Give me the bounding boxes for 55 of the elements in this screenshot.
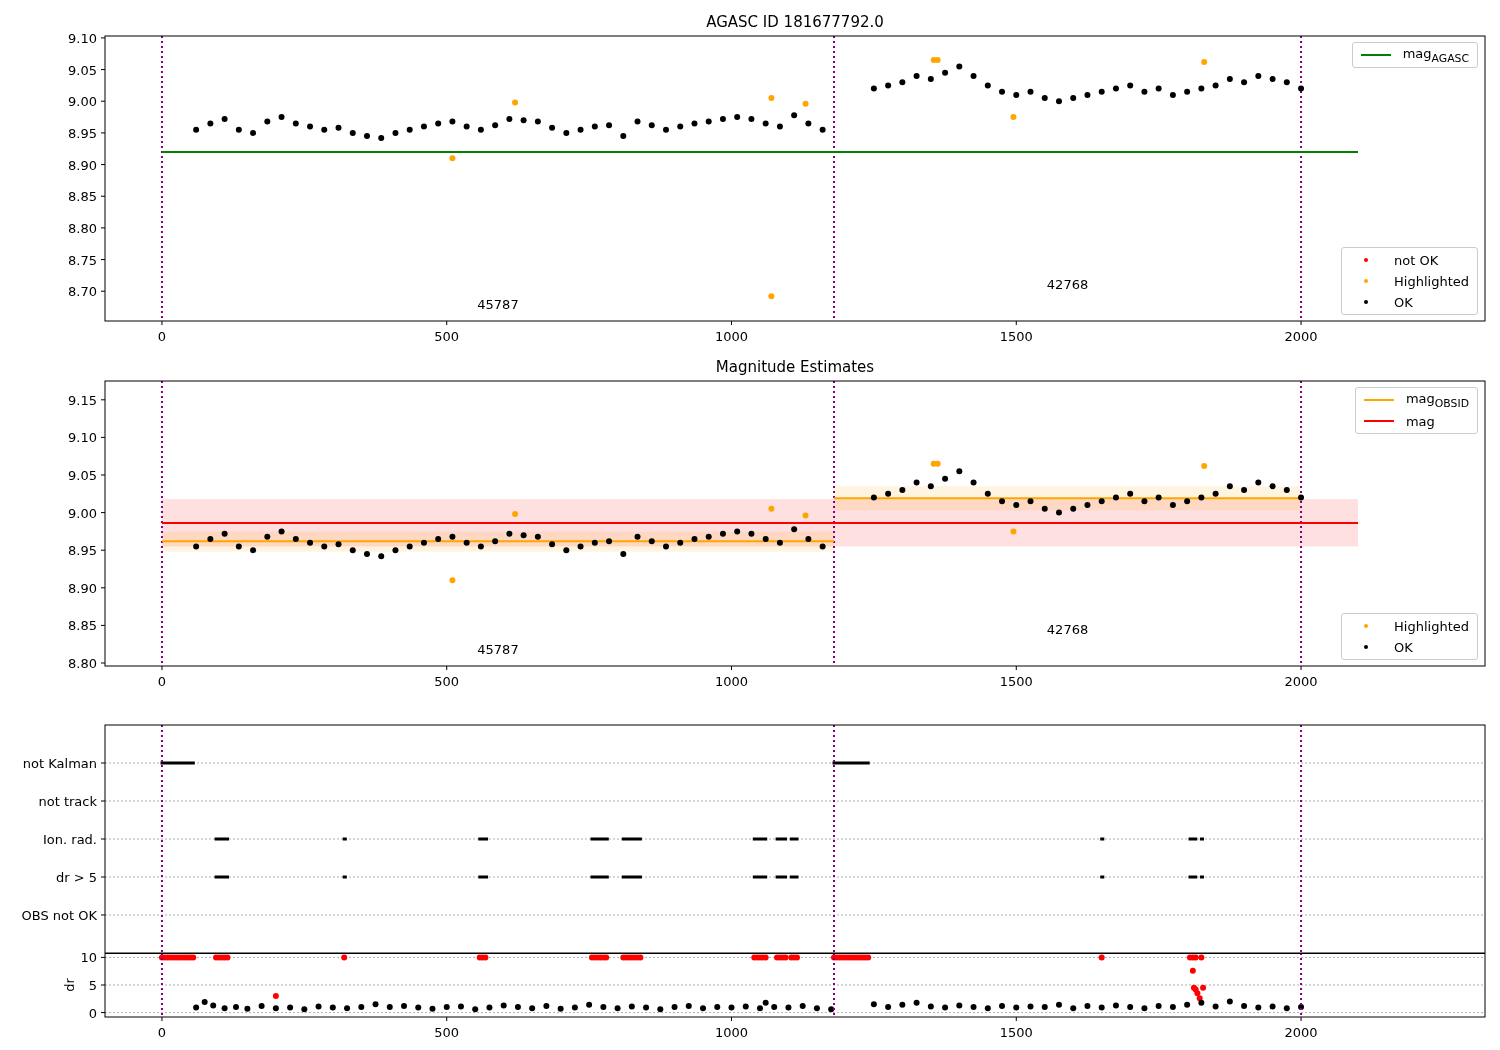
tick-label: 8.80 [68, 656, 97, 671]
obsid-label: 45787 [477, 297, 519, 312]
tick-label: 500 [434, 329, 460, 344]
tick-label: 1000 [714, 329, 749, 344]
tick-label: 8.95 [68, 125, 97, 141]
tick-label: 8.75 [68, 252, 97, 268]
tick-label: 1000 [714, 674, 749, 689]
tick-label: 500 [434, 1025, 460, 1040]
legend-label: OK [1394, 294, 1413, 310]
tick-label: 9.05 [68, 62, 97, 78]
tick-label: 9.10 [68, 30, 97, 46]
tick-label: 500 [434, 674, 460, 689]
obsid-label: 42768 [1046, 277, 1089, 292]
tick-label: 9.10 [68, 430, 97, 446]
flag-label: not Kalman [22, 756, 97, 771]
legend-label: Highlighted [1394, 273, 1469, 289]
chart-title: AGASC ID 181677792.0 [706, 13, 884, 31]
tick-label: 9.00 [68, 505, 97, 521]
tick-label: 9.15 [68, 392, 97, 408]
tick-label: 2000 [1284, 674, 1318, 689]
flag-label: OBS not OK [21, 908, 97, 923]
flag-label: dr > 5 [55, 870, 97, 885]
tick-label: 8.70 [68, 284, 97, 300]
tick-label: 1500 [999, 1025, 1033, 1040]
legend-label: mag$_{AGASC}$ [1402, 45, 1469, 65]
obsid-label: 45787 [477, 642, 519, 657]
tick-label: 2000 [1284, 329, 1318, 344]
tick-label: 0 [157, 329, 167, 344]
tick-label: 1500 [999, 674, 1033, 689]
tick-label: 9.00 [68, 94, 97, 110]
tick-label: 8.80 [68, 220, 97, 236]
legend-label: mag [1405, 413, 1435, 429]
obsid-label: 42768 [1046, 622, 1089, 637]
chart-title: Magnitude Estimates [715, 358, 875, 376]
legend-label: not OK [1394, 252, 1439, 268]
tick-label: 9.05 [68, 468, 97, 483]
tick-label: 10 [80, 953, 97, 966]
tick-label: 0 [157, 674, 167, 689]
axis-label: dr [61, 978, 77, 992]
flag-label: not track [38, 794, 97, 809]
tick-label: 8.90 [68, 580, 97, 596]
tick-label: 0 [157, 1025, 167, 1040]
legend-label: Highlighted [1394, 618, 1469, 634]
legend-label: mag$_{OBSID}$ [1405, 390, 1469, 410]
tick-label: 8.95 [68, 543, 97, 559]
tick-label: 8.90 [68, 157, 97, 173]
tick-label: 0 [88, 1005, 97, 1021]
tick-label: 1500 [999, 329, 1033, 344]
tick-label: 8.85 [68, 618, 97, 634]
tick-label: 5 [88, 978, 97, 993]
tick-label: 8.85 [68, 189, 97, 205]
flag-label: Ion. rad. [43, 832, 97, 847]
legend-label: OK [1394, 639, 1413, 655]
tick-label: 1000 [714, 1025, 749, 1040]
tick-label: 2000 [1284, 1025, 1318, 1040]
